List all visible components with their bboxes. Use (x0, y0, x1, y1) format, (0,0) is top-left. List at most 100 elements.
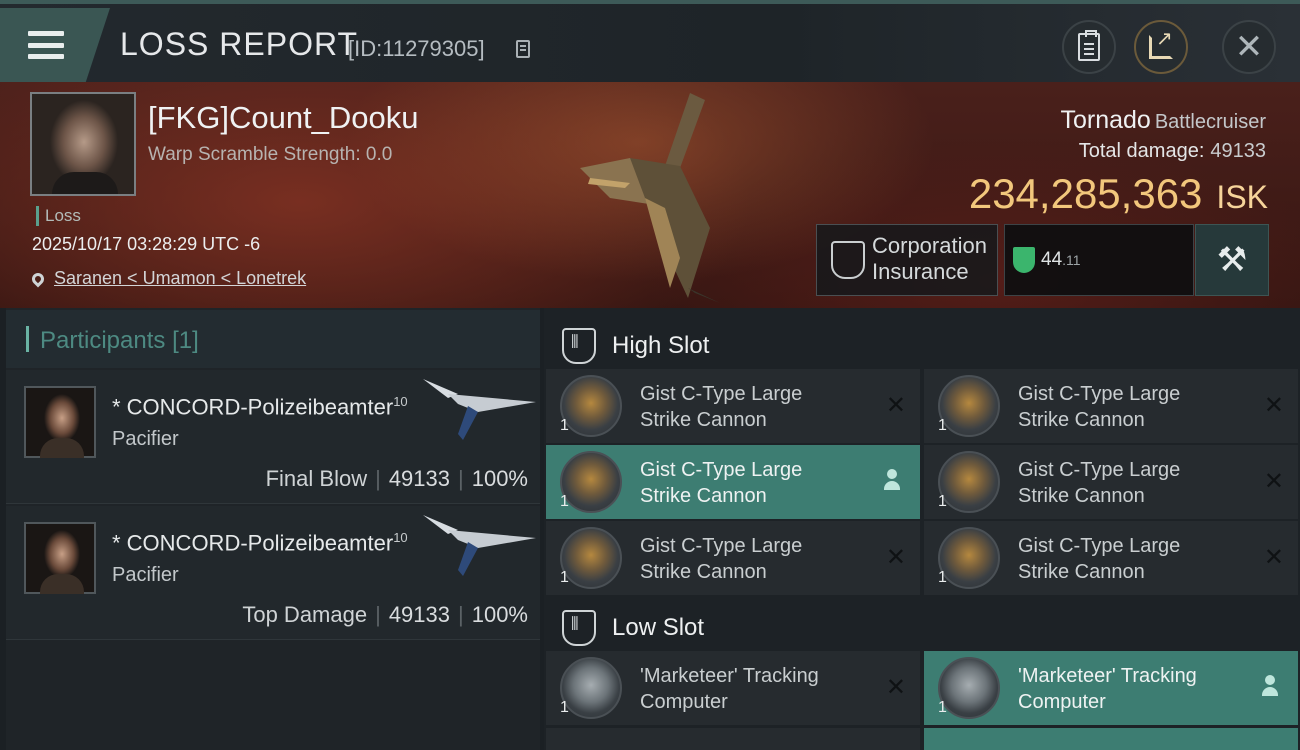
ship-type: Tornado (1060, 106, 1151, 134)
corporation-insurance-button[interactable]: Corporation Insurance (816, 224, 998, 296)
shield-value: 44.11 (1041, 249, 1081, 271)
participant-role: Top Damage (242, 602, 368, 627)
participant-ship: Pacifier (112, 564, 179, 586)
module-slot[interactable]: 1 Gist C-Type Large Strike Cannon ✕ (924, 445, 1298, 519)
menu-button[interactable] (0, 8, 110, 82)
insurance-label-line1: Corporation (872, 233, 987, 258)
isk-amount: 234,285,363 (968, 170, 1203, 217)
module-quantity: 1 (938, 493, 947, 510)
close-icon: ✕ (1234, 28, 1264, 66)
strike-cannon-icon (560, 375, 622, 437)
clipboard-button[interactable] (1062, 20, 1116, 74)
participant-role: Final Blow (265, 466, 368, 491)
fitting-button[interactable]: ⚒ (1195, 224, 1269, 296)
participants-label: Participants (40, 327, 166, 354)
module-slot[interactable]: 1 Gist C-Type Large Strike Cannon ✕ (924, 369, 1298, 443)
victim-portrait[interactable] (30, 92, 136, 196)
stat-separator: | (458, 602, 464, 627)
low-slot-icon (562, 610, 596, 646)
module-slot[interactable]: 1 'Marketeer' Tracking Computer ✕ (546, 651, 920, 725)
participant-percent: 100% (471, 602, 528, 627)
low-slot-header: Low Slot (544, 598, 1300, 658)
module-slot-partial[interactable] (924, 728, 1298, 750)
destroyed-x-icon: ✕ (885, 544, 906, 571)
share-icon (1149, 26, 1173, 59)
participant-card[interactable]: * CONCORD-Polizeibeamter10 Pacifier Fina… (6, 370, 540, 504)
module-name: Gist C-Type Large Strike Cannon (1018, 533, 1258, 585)
destroyed-x-icon: ✕ (1263, 544, 1284, 571)
participants-header[interactable]: Participants [1] (6, 310, 540, 368)
module-quantity: 1 (560, 493, 569, 510)
low-slot-title: Low Slot (612, 614, 705, 641)
pilot-icon (882, 469, 902, 493)
stat-separator: | (458, 466, 464, 491)
timestamp: 2025/10/17 03:28:29 UTC -6 (32, 234, 261, 254)
participant-portrait[interactable] (24, 522, 96, 594)
module-name-line2: Strike Cannon (1018, 409, 1145, 431)
destroyed-x-icon: ✕ (885, 674, 906, 701)
module-slot[interactable]: 1 'Marketeer' Tracking Computer (924, 651, 1298, 725)
module-quantity: 1 (938, 417, 947, 434)
module-name: Gist C-Type Large Strike Cannon (640, 457, 880, 509)
total-damage: Total damage: 49133 (1079, 140, 1266, 163)
module-name-line1: 'Marketeer' Tracking (640, 665, 819, 687)
participant-ship-image (423, 379, 536, 440)
participant-stats: Top Damage | 49133 | 100% (242, 602, 528, 628)
module-name-line2: Strike Cannon (1018, 561, 1145, 583)
participant-damage: 49133 (388, 602, 450, 627)
share-button[interactable] (1134, 20, 1188, 74)
module-quantity: 1 (938, 569, 947, 586)
module-name: Gist C-Type Large Strike Cannon (640, 533, 880, 585)
module-slot[interactable]: 1 Gist C-Type Large Strike Cannon ✕ (546, 369, 920, 443)
participant-card[interactable]: * CONCORD-Polizeibeamter10 Pacifier Top … (6, 506, 540, 640)
shield-icon (1013, 247, 1035, 273)
participants-heading: Participants [1] (40, 327, 199, 355)
location-link[interactable]: Saranen < Umamon < Lonetrek (29, 268, 306, 289)
isk-value: 234,285,363 ISK (969, 170, 1268, 218)
fitting-panel: High Slot 1 Gist C-Type Large Strike Cann… (544, 308, 1300, 750)
map-pin-icon (29, 270, 47, 287)
module-name-line1: Gist C-Type Large (1018, 535, 1181, 557)
top-bar: LOSS REPORT [ID:11279305] ✕ (0, 0, 1300, 82)
module-quantity: 1 (560, 569, 569, 586)
module-name-line1: Gist C-Type Large (640, 383, 803, 405)
stat-separator: | (375, 602, 381, 627)
module-name-line2: Strike Cannon (1018, 485, 1145, 507)
participants-panel: Participants [1] * CONCORD-Polizeibeamte… (6, 308, 540, 750)
close-button[interactable]: ✕ (1222, 20, 1276, 74)
participant-name-text: * CONCORD-Polizeibeamter (112, 530, 394, 556)
module-quantity: 1 (560, 699, 569, 716)
participant-portrait[interactable] (24, 386, 96, 458)
module-name-line1: 'Marketeer' Tracking (1018, 665, 1197, 687)
module-slot-partial[interactable] (546, 728, 920, 750)
participant-level: 10 (393, 394, 408, 409)
ship-class: Battlecruiser (1154, 111, 1266, 133)
shield-value-box: 44.11 (1004, 224, 1194, 296)
strike-cannon-icon (560, 451, 622, 513)
report-id: [ID:11279305] (348, 36, 485, 61)
module-slot[interactable]: 1 Gist C-Type Large Strike Cannon (546, 445, 920, 519)
participant-name: * CONCORD-Polizeibeamter10 (112, 394, 408, 420)
module-name-line2: Computer (1018, 691, 1106, 713)
module-name: Gist C-Type Large Strike Cannon (640, 381, 880, 433)
tracking-computer-icon (938, 657, 1000, 719)
high-slot-header: High Slot (544, 316, 1300, 376)
module-slot[interactable]: 1 Gist C-Type Large Strike Cannon ✕ (924, 521, 1298, 595)
module-quantity: 1 (560, 417, 569, 434)
insurance-label: Corporation Insurance (872, 233, 987, 285)
strike-cannon-icon (938, 375, 1000, 437)
participant-name: * CONCORD-Polizeibeamter10 (112, 530, 408, 556)
module-quantity: 1 (938, 699, 947, 716)
warp-scramble-strength: Warp Scramble Strength: 0.0 (148, 144, 393, 165)
insurance-label-line2: Insurance (872, 259, 969, 284)
copy-icon[interactable] (516, 40, 530, 58)
victim-name[interactable]: [FKG]Count_Dooku (148, 100, 419, 136)
ship-name[interactable]: Tornado Battlecruiser (1060, 106, 1266, 135)
module-name-line2: Computer (640, 691, 728, 713)
module-name-line1: Gist C-Type Large (640, 459, 803, 481)
clipboard-icon (1078, 30, 1100, 61)
module-name-line1: Gist C-Type Large (1018, 383, 1181, 405)
module-slot[interactable]: 1 Gist C-Type Large Strike Cannon ✕ (546, 521, 920, 595)
loss-tag: Loss (36, 206, 81, 226)
participant-ship-image (423, 515, 536, 576)
